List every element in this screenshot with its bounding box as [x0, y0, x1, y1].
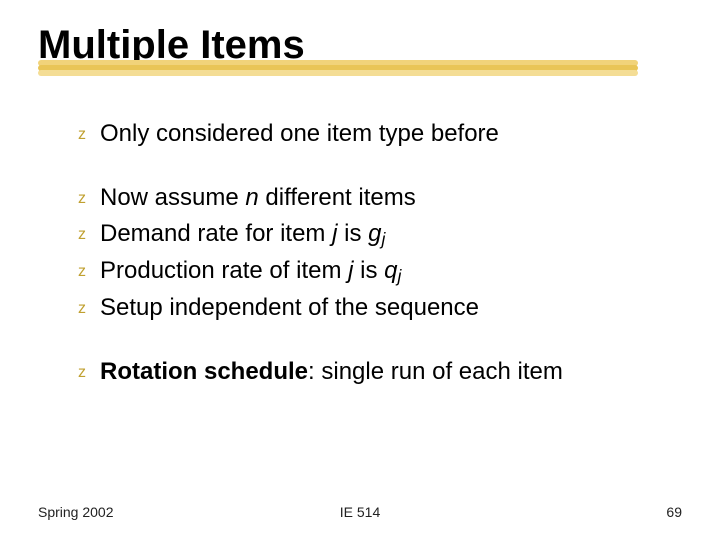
text-segment: q	[384, 257, 397, 284]
bullet-line: z Only considered one item type before	[78, 116, 678, 152]
title-underline	[38, 60, 638, 78]
bullet-icon: z	[78, 223, 86, 247]
bullet-line: zProduction rate of item j is qj	[78, 253, 678, 290]
text-segment: Production rate of item	[100, 257, 348, 284]
text-segment: n	[245, 184, 258, 211]
slide-body: z Only considered one item type before z No…	[78, 116, 678, 418]
slide: Multiple Items z Only considered one item…	[0, 0, 720, 540]
bullet-group: z Only considered one item type before	[78, 116, 678, 152]
text-segment: j	[381, 229, 385, 249]
text-segment: different items	[259, 184, 416, 211]
text-segment: Rotation schedule	[100, 358, 308, 385]
text-segment: is	[353, 257, 384, 284]
text-segment: Demand rate for item	[100, 220, 332, 247]
underline-stroke	[38, 70, 638, 76]
bullet-icon: z	[78, 123, 86, 147]
footer-center: IE 514	[38, 504, 682, 520]
bullet-line: z Setup independent of the sequence	[78, 290, 678, 326]
title-block: Multiple Items	[38, 24, 678, 78]
slide-footer: Spring 2002 IE 514 69	[38, 504, 682, 520]
bullet-group: z Now assume n different items z Demand rat…	[78, 180, 678, 326]
footer-right: 69	[666, 504, 682, 520]
text-segment: is	[337, 220, 368, 247]
text-segment: j	[398, 266, 402, 286]
text-segment: Only considered one item type before	[100, 120, 499, 147]
bullet-icon: z	[78, 297, 86, 321]
bullet-line: z Rotation schedule: single run of each i…	[78, 354, 678, 390]
bullet-icon: z	[78, 187, 86, 211]
text-segment: Now assume	[100, 184, 245, 211]
text-segment: : single run of each item	[308, 358, 563, 385]
bullet-icon: z	[78, 361, 86, 385]
text-segment: Setup independent of the sequence	[100, 294, 479, 321]
bullet-line: z Now assume n different items	[78, 180, 678, 216]
bullet-icon: z	[78, 260, 86, 284]
text-segment: g	[368, 220, 381, 247]
bullet-line: zDemand rate for item j is gj	[78, 216, 678, 253]
bullet-group: z Rotation schedule: single run of each i…	[78, 354, 678, 390]
footer-left: Spring 2002	[38, 504, 114, 520]
